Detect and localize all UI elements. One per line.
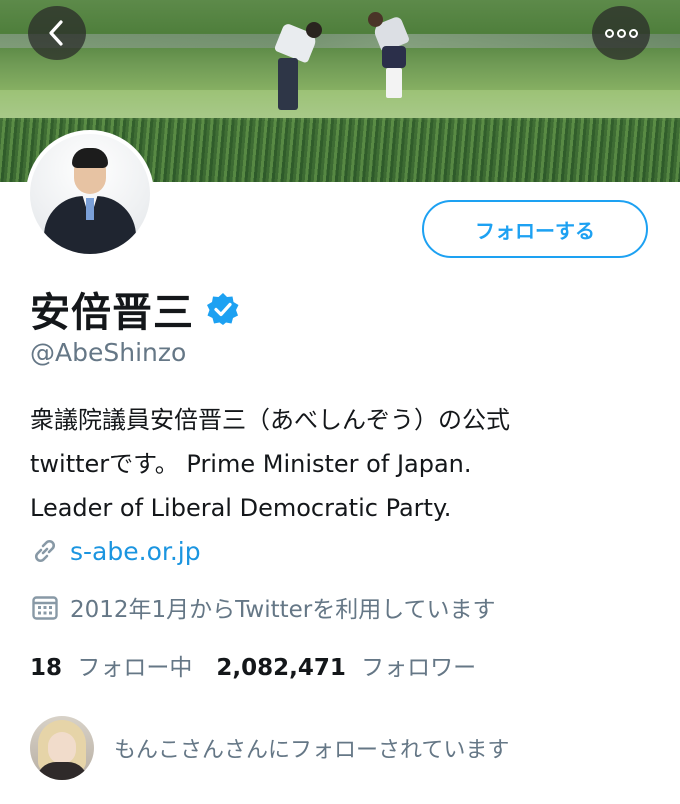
following-stat[interactable]: 18 フォロー中 bbox=[30, 648, 192, 682]
back-button[interactable] bbox=[28, 6, 86, 60]
website-link[interactable]: s-abe.or.jp bbox=[70, 537, 201, 566]
following-count: 18 bbox=[30, 655, 63, 681]
more-button[interactable] bbox=[592, 6, 650, 60]
banner-person bbox=[366, 12, 412, 110]
follow-counts: 18 フォロー中 2,082,471 フォロワー bbox=[30, 648, 476, 682]
profile-bio: 衆議院議員安倍晋三（あべしんぞう）の公式 twitterです。 Prime Mi… bbox=[30, 398, 660, 530]
user-handle: @AbeShinzo bbox=[30, 338, 187, 367]
avatar-image bbox=[30, 134, 150, 254]
bio-line: Leader of Liberal Democratic Party. bbox=[30, 494, 452, 522]
profile-avatar[interactable] bbox=[26, 130, 154, 258]
link-icon bbox=[34, 539, 56, 563]
banner-field bbox=[0, 90, 680, 120]
followers-label: フォロワー bbox=[361, 655, 477, 681]
followed-by-row[interactable]: もんこさんさんにフォローされています bbox=[30, 716, 509, 780]
bio-line: 衆議院議員安倍晋三（あべしんぞう）の公式 bbox=[30, 406, 510, 434]
joined-row: 2012年1月からTwitterを利用しています bbox=[30, 590, 496, 624]
followers-count: 2,082,471 bbox=[216, 655, 346, 681]
followers-stat[interactable]: 2,082,471 フォロワー bbox=[216, 648, 476, 682]
follow-button[interactable]: フォローする bbox=[422, 200, 648, 258]
following-label: フォロー中 bbox=[77, 655, 193, 681]
joined-date: 2012年1月からTwitterを利用しています bbox=[70, 597, 496, 623]
calendar-icon bbox=[32, 596, 58, 620]
verified-badge-icon bbox=[207, 293, 239, 325]
banner-fence bbox=[0, 34, 680, 48]
name-row: 安倍晋三 bbox=[30, 280, 240, 338]
chevron-left-icon bbox=[49, 20, 63, 46]
bio-line: twitterです。 Prime Minister of Japan. bbox=[30, 450, 472, 478]
website-row: s-abe.or.jp bbox=[30, 536, 201, 566]
display-name: 安倍晋三 bbox=[30, 290, 194, 336]
banner-person bbox=[273, 22, 326, 112]
follower-avatar bbox=[30, 716, 94, 780]
more-horizontal-icon bbox=[604, 28, 638, 38]
followed-by-text: もんこさんさんにフォローされています bbox=[114, 738, 510, 763]
